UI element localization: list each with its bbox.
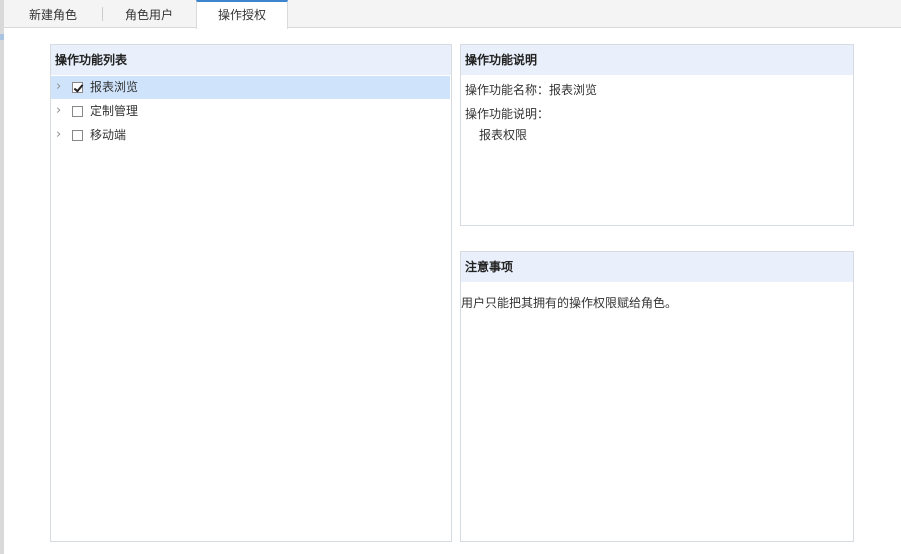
notes-panel: 注意事项 用户只能把其拥有的操作权限赋给角色。 [460,251,854,542]
tree-item-label: 定制管理 [90,104,139,118]
tree-item-checkbox[interactable] [72,130,83,141]
tree-item-checkbox[interactable] [72,106,83,117]
tab-separator [102,7,103,21]
chevron-right-icon[interactable]: › [56,100,66,123]
tree-item-mobile[interactable]: › 移动端 [51,124,450,147]
notes-text: 用户只能把其拥有的操作权限赋给角色。 [461,296,678,310]
function-list-title: 操作功能列表 [51,45,451,75]
tab-role-users[interactable]: 角色用户 [104,0,194,28]
tree-item-checkbox[interactable] [72,82,83,93]
function-list-panel: 操作功能列表 › 报表浏览 › 定制管理 › 移动端 [50,44,452,542]
tab-operation-authorization[interactable]: 操作授权 [196,0,288,29]
function-desc-value: 报表权限 [479,128,528,142]
function-description-title: 操作功能说明 [461,45,853,75]
tab-bar: 新建角色 角色用户 操作授权 [4,0,901,29]
function-name-line: 操作功能名称：报表浏览 [465,81,597,98]
notes-title: 注意事项 [461,252,853,282]
tree-item-custom-management[interactable]: › 定制管理 [51,100,450,123]
tab-new-role[interactable]: 新建角色 [10,0,96,28]
function-name-value: 报表浏览 [549,83,598,97]
left-edge-marker [0,34,4,40]
tree-item-label: 报表浏览 [90,80,139,94]
function-description-panel: 操作功能说明 操作功能名称：报表浏览 操作功能说明： 报表权限 [460,44,854,226]
function-desc-label: 操作功能说明： [465,107,550,121]
chevron-right-icon[interactable]: › [56,124,66,147]
chevron-right-icon[interactable]: › [56,76,66,99]
function-name-label: 操作功能名称： [465,83,550,97]
tree-item-label: 移动端 [90,128,127,142]
window-left-edge [0,0,4,554]
tree-item-report-browse[interactable]: › 报表浏览 [51,76,450,99]
